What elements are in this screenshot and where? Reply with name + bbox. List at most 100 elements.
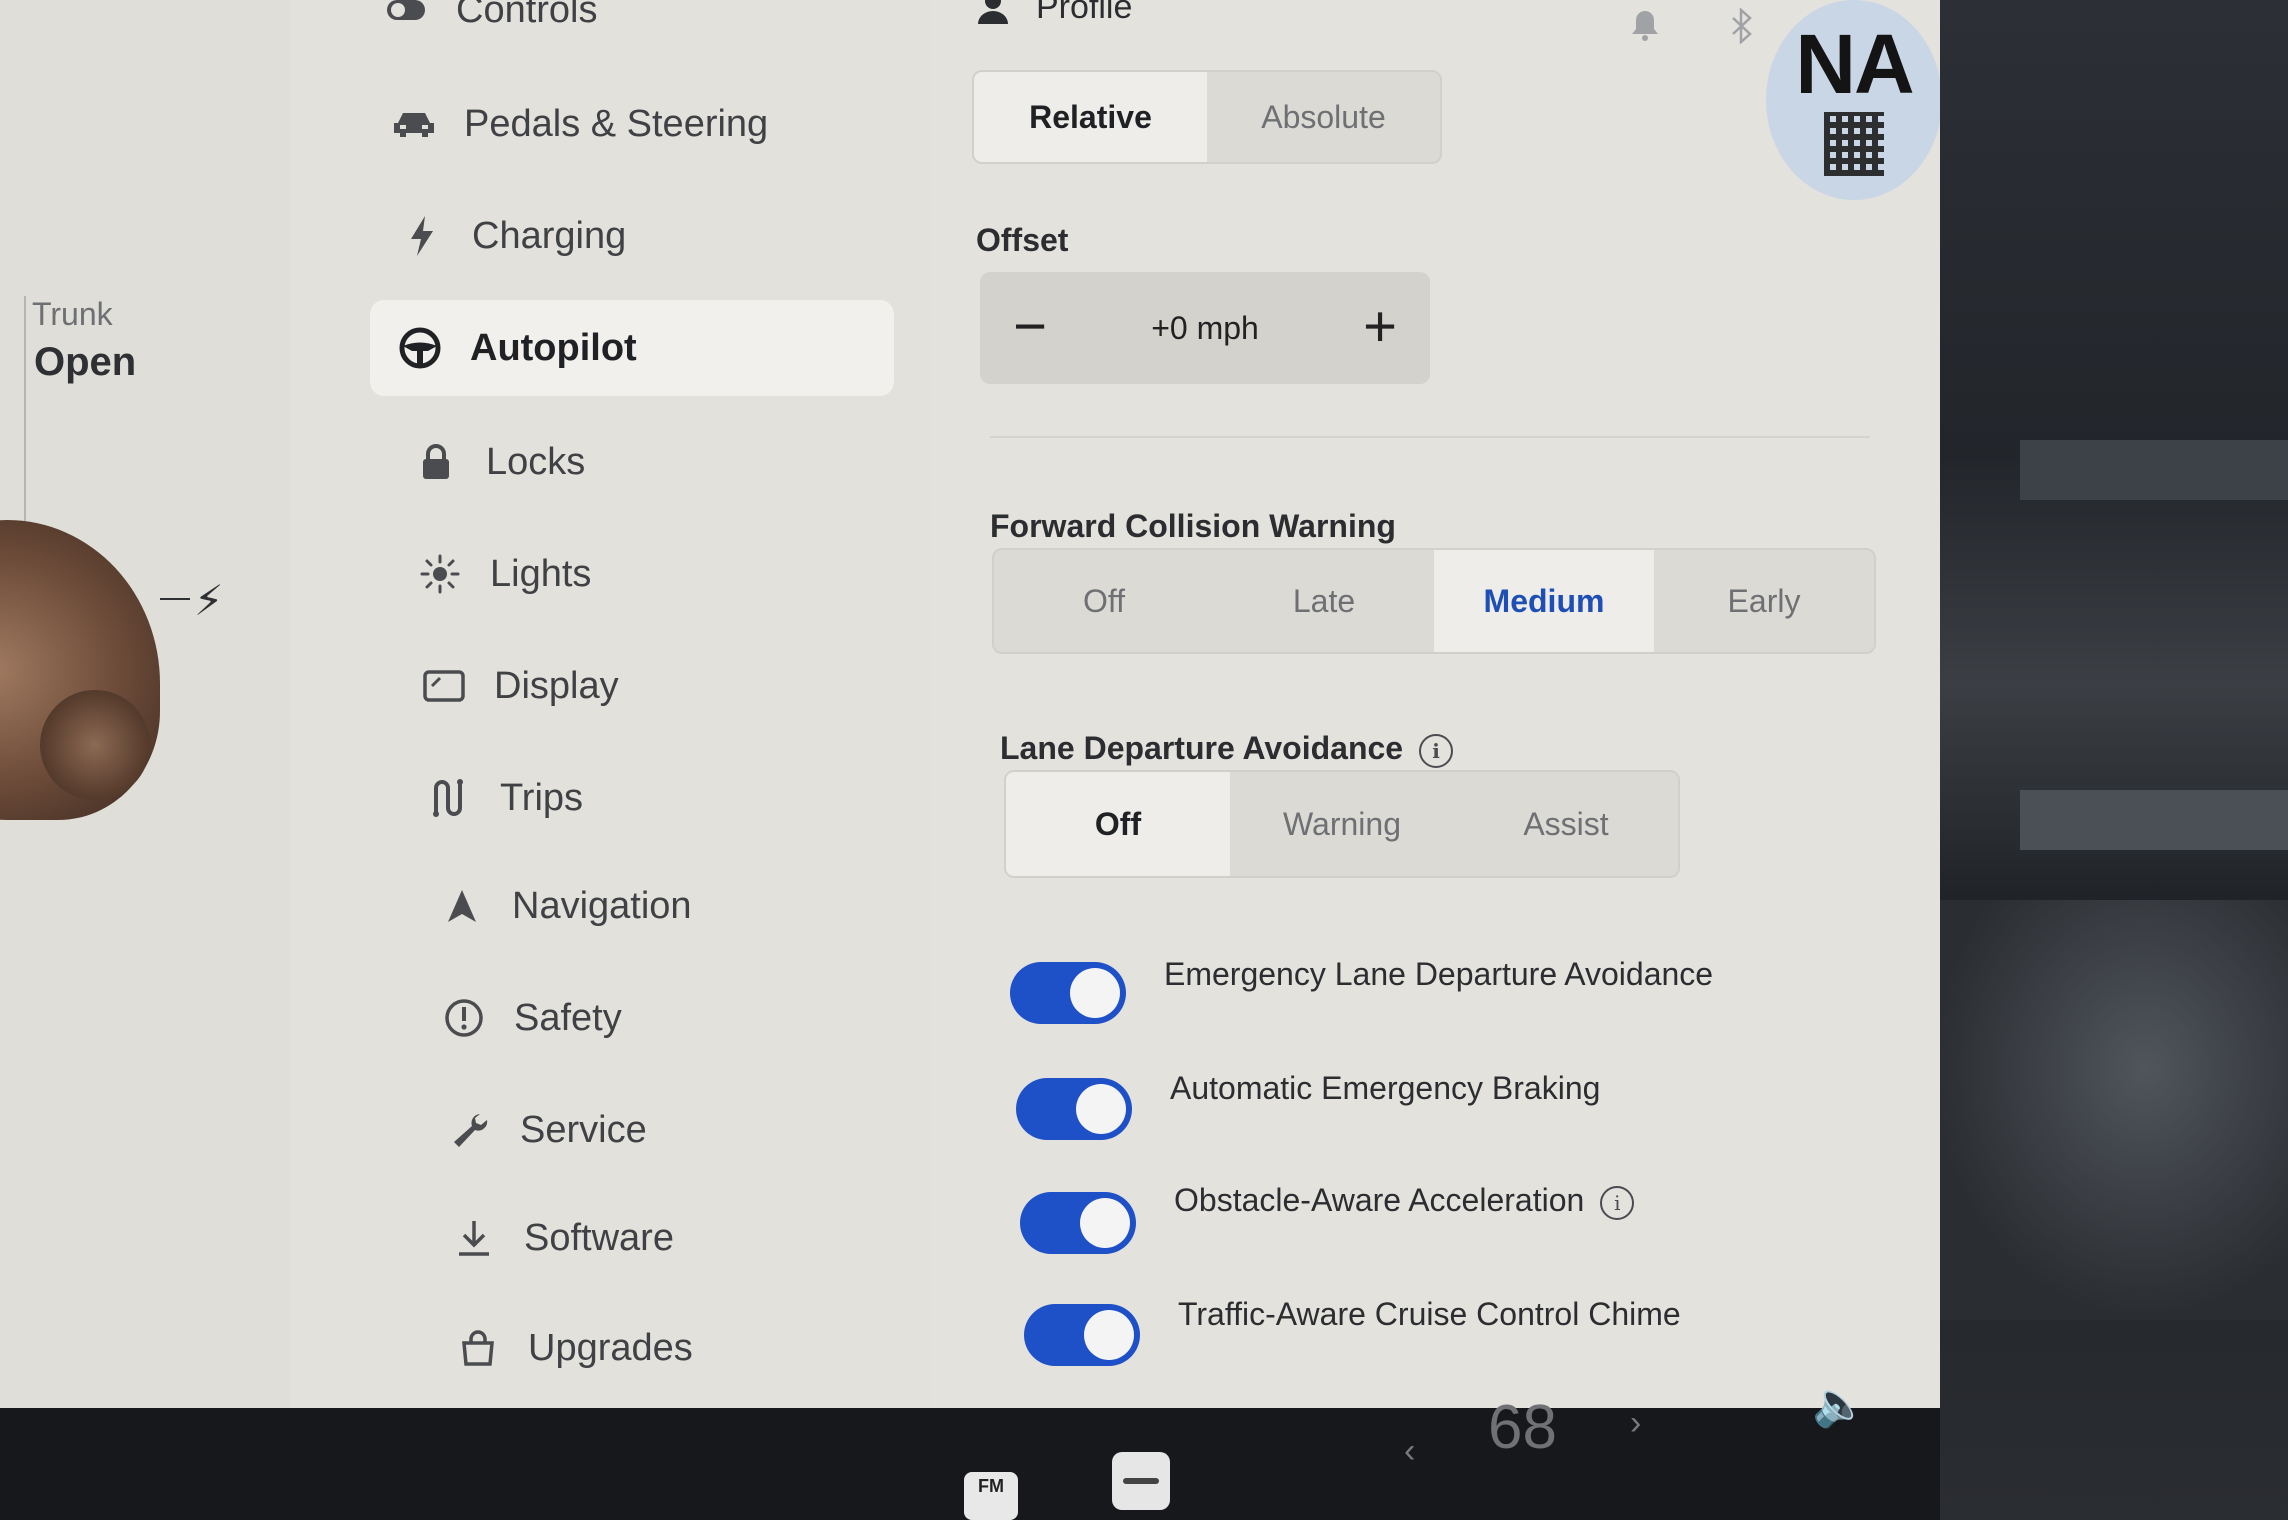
menu-item-trips[interactable]: Trips xyxy=(426,750,906,846)
mode-option-relative[interactable]: Relative xyxy=(974,72,1207,162)
cabin-temperature[interactable]: 68 xyxy=(1488,1392,1557,1463)
speed-limit-mode-selector: Relative Absolute xyxy=(972,70,1442,164)
menu-item-label: Software xyxy=(524,1216,674,1259)
menu-item-label: Navigation xyxy=(512,884,692,927)
bluetooth-icon[interactable] xyxy=(1730,7,1754,52)
navigation-arrow-icon xyxy=(438,882,486,930)
toggle-knob xyxy=(1084,1310,1134,1360)
interior-glow xyxy=(1930,900,2288,1320)
profile-label: Profile xyxy=(1036,0,1133,26)
menu-item-safety[interactable]: Safety xyxy=(440,970,920,1066)
temperature-decrease-icon[interactable]: ‹ xyxy=(1404,1432,1415,1471)
offset-value: +0 mph xyxy=(1151,309,1259,346)
info-icon[interactable]: i xyxy=(1419,733,1454,768)
forward-collision-label: Forward Collision Warning xyxy=(990,508,1396,544)
toggle-label: Traffic-Aware Cruise Control Chime xyxy=(1178,1296,1681,1332)
steering-wheel-icon xyxy=(396,324,444,372)
alert-circle-icon xyxy=(440,994,488,1042)
profile-icon xyxy=(978,0,1008,24)
toggle-label: Obstacle-Aware Acceleration xyxy=(1174,1182,1585,1218)
sticker-text: NA xyxy=(1795,17,1914,111)
menu-item-label: Service xyxy=(520,1108,647,1151)
menu-item-label: Charging xyxy=(472,214,627,257)
cruise-control-chime-toggle[interactable] xyxy=(1024,1304,1140,1366)
forward-collision-selector: Off Late Medium Early xyxy=(992,548,1876,654)
volume-icon[interactable]: 🔈 xyxy=(1812,1378,1867,1430)
menu-item-upgrades[interactable]: Upgrades xyxy=(454,1300,934,1396)
toggle-icon xyxy=(382,0,430,34)
menu-item-charging[interactable]: Charging xyxy=(398,188,898,284)
lda-option-warning[interactable]: Warning xyxy=(1230,772,1454,876)
fm-radio-app[interactable]: FM xyxy=(964,1472,1018,1520)
lock-icon xyxy=(412,438,460,486)
app-launcher-icon[interactable] xyxy=(1112,1452,1170,1510)
menu-item-label: Pedals & Steering xyxy=(464,102,769,145)
toggle-label: Automatic Emergency Braking xyxy=(1170,1070,1601,1106)
car-status-pane: Trunk Open ⚡ xyxy=(0,0,290,1420)
menu-item-controls[interactable]: Controls xyxy=(382,0,882,58)
display-icon xyxy=(420,662,468,710)
download-icon xyxy=(450,1214,498,1262)
temperature-increase-icon[interactable]: › xyxy=(1630,1404,1641,1443)
offset-increase-button[interactable]: + xyxy=(1348,294,1412,359)
lda-option-off[interactable]: Off xyxy=(1006,772,1230,876)
menu-item-service[interactable]: Service xyxy=(446,1082,926,1178)
menu-item-display[interactable]: Display xyxy=(420,638,900,734)
trunk-label: Trunk xyxy=(32,296,113,332)
wrench-icon xyxy=(446,1106,494,1154)
menu-item-lights[interactable]: Lights xyxy=(416,526,896,622)
qr-code-icon xyxy=(1824,112,1884,176)
bell-icon[interactable] xyxy=(1630,8,1660,50)
touchscreen: Trunk Open ⚡ Controls Pedals & Steering … xyxy=(0,0,1940,1420)
interior-trim-lower xyxy=(2020,790,2288,850)
offset-decrease-button[interactable]: − xyxy=(998,294,1062,359)
menu-item-label: Autopilot xyxy=(470,326,637,369)
menu-item-label: Safety xyxy=(514,996,622,1039)
car-icon xyxy=(390,100,438,148)
toggle-knob xyxy=(1076,1084,1126,1134)
obstacle-aware-label-row: Obstacle-Aware Acceleration i xyxy=(1174,1182,1635,1220)
trunk-status[interactable]: Open xyxy=(34,340,136,385)
charge-port-line xyxy=(160,598,190,600)
menu-item-pedals-steering[interactable]: Pedals & Steering xyxy=(390,76,910,172)
settings-menu: Controls Pedals & Steering Charging Auto… xyxy=(290,0,930,1420)
toggle-knob xyxy=(1070,968,1120,1018)
fcw-option-early[interactable]: Early xyxy=(1654,550,1874,652)
fcw-option-off[interactable]: Off xyxy=(994,550,1214,652)
lda-option-assist[interactable]: Assist xyxy=(1454,772,1678,876)
emergency-lane-departure-toggle[interactable] xyxy=(1010,962,1126,1024)
info-icon[interactable]: i xyxy=(1600,1185,1635,1220)
bag-icon xyxy=(454,1324,502,1372)
menu-item-label: Display xyxy=(494,664,619,707)
section-divider xyxy=(990,436,1870,438)
lane-departure-selector: Off Warning Assist xyxy=(1004,770,1680,878)
menu-item-label: Locks xyxy=(486,440,586,483)
charge-port-bolt-icon[interactable]: ⚡ xyxy=(194,576,224,625)
mode-option-absolute[interactable]: Absolute xyxy=(1207,72,1440,162)
interior-trim-upper xyxy=(2020,440,2288,500)
lane-departure-label-row: Lane Departure Avoidance i xyxy=(1000,730,1454,768)
offset-label: Offset xyxy=(976,222,1069,258)
menu-item-autopilot[interactable]: Autopilot xyxy=(370,300,894,396)
menu-item-label: Lights xyxy=(490,552,592,595)
trunk-indicator-line xyxy=(24,296,26,526)
toggle-label: Emergency Lane Departure Avoidance xyxy=(1164,956,1714,992)
menu-item-label: Upgrades xyxy=(528,1326,693,1369)
menu-item-label: Controls xyxy=(456,0,598,31)
fcw-option-medium[interactable]: Medium xyxy=(1434,550,1654,652)
lane-departure-label: Lane Departure Avoidance xyxy=(1000,730,1404,766)
fcw-option-late[interactable]: Late xyxy=(1214,550,1434,652)
obstacle-aware-acceleration-toggle[interactable] xyxy=(1020,1192,1136,1254)
profile-button[interactable]: Profile xyxy=(976,0,1132,27)
menu-item-locks[interactable]: Locks xyxy=(412,414,892,510)
menu-item-software[interactable]: Software xyxy=(450,1190,930,1286)
offset-stepper: − +0 mph + xyxy=(980,272,1430,384)
trips-icon xyxy=(426,774,474,822)
menu-item-label: Trips xyxy=(500,776,584,819)
menu-item-navigation[interactable]: Navigation xyxy=(438,858,918,954)
toggle-knob xyxy=(1080,1198,1130,1248)
automatic-emergency-braking-toggle[interactable] xyxy=(1016,1078,1132,1140)
bolt-icon xyxy=(398,212,446,260)
sun-icon xyxy=(416,550,464,598)
na-sticker: NA xyxy=(1766,0,1940,200)
